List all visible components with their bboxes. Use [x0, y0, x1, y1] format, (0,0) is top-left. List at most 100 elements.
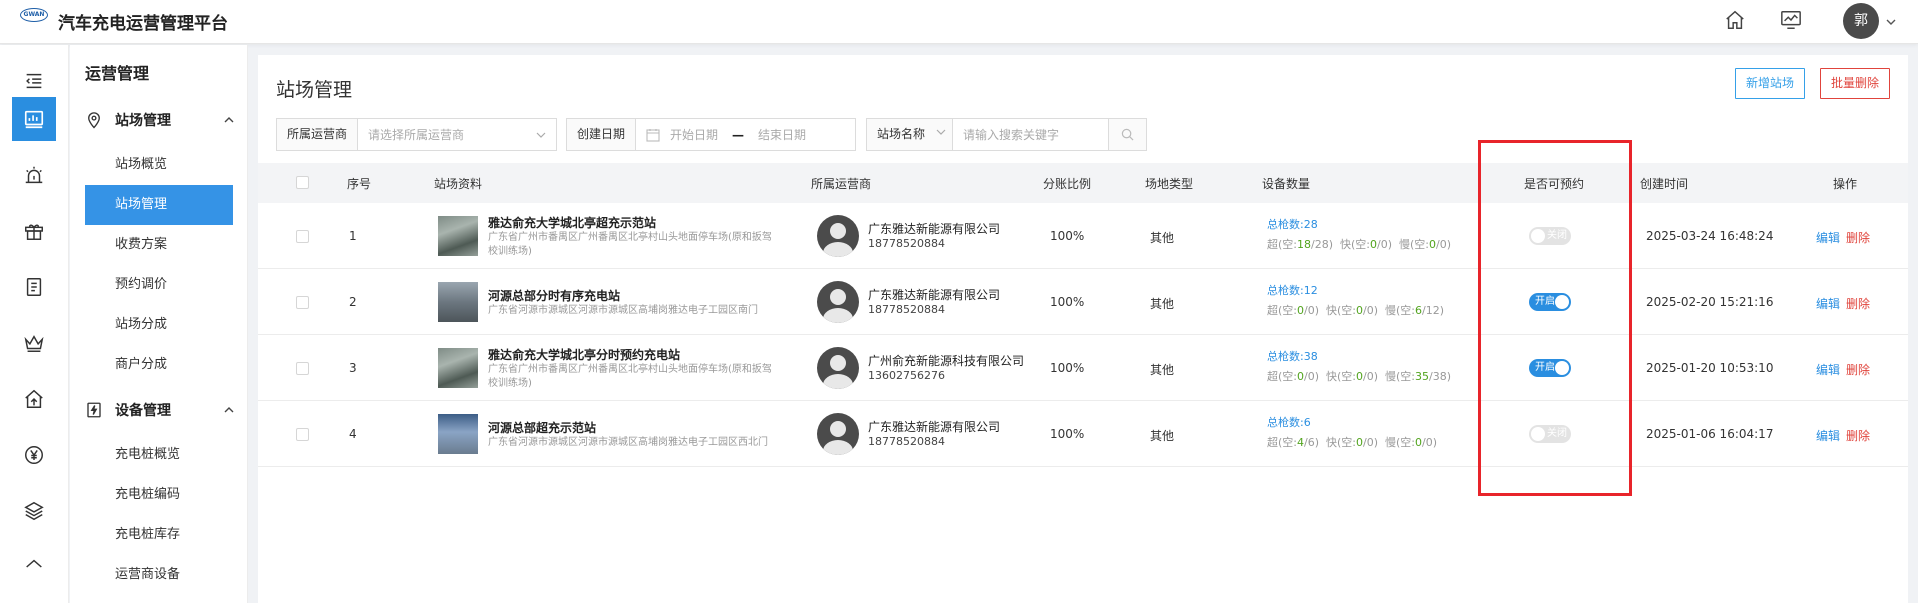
date-start-input[interactable]: 开始日期 — [660, 126, 718, 143]
fast-label: 快(空: — [1326, 436, 1356, 449]
search-icon[interactable] — [1108, 119, 1146, 150]
delete-link[interactable]: 删除 — [1846, 361, 1870, 378]
more-icon[interactable] — [12, 545, 56, 589]
date-end-input[interactable]: 结束日期 — [758, 126, 806, 143]
total-guns[interactable]: 总枪数:38 — [1267, 348, 1451, 364]
station-name-label: 站场名称 — [877, 127, 926, 141]
delete-link[interactable]: 删除 — [1846, 229, 1870, 246]
select-all-checkbox[interactable] — [296, 176, 309, 189]
header-station: 站场资料 — [434, 177, 483, 191]
device-count: 总枪数:6 超(空:4/6) 快(空:0/0) 慢(空:0/0) — [1267, 414, 1437, 450]
super-free: 18 — [1297, 238, 1311, 251]
submenu-title: 运营管理 — [85, 64, 150, 83]
submenu-item-operator-devices[interactable]: 运营商设备 — [85, 555, 233, 595]
monitor-chart-icon[interactable] — [1780, 9, 1804, 33]
submenu-item-merchant-split[interactable]: 商户分成 — [85, 345, 233, 385]
submenu-item-charger-code[interactable]: 充电桩编码 — [85, 475, 233, 515]
station-thumbnail[interactable] — [438, 216, 478, 256]
submenu-item-charger-stock[interactable]: 充电桩库存 — [85, 515, 233, 555]
house-up-icon[interactable] — [12, 377, 56, 421]
charging-icon — [85, 401, 103, 419]
search-input[interactable]: 请输入搜索关键字 — [953, 126, 1108, 143]
dashboard-icon[interactable] — [12, 97, 56, 141]
menu-group-station[interactable]: 站场管理 — [85, 107, 235, 133]
edit-link[interactable]: 编辑 — [1816, 361, 1840, 378]
user-avatar[interactable]: 郭 — [1843, 3, 1879, 39]
chevron-up-icon[interactable] — [223, 114, 235, 126]
edit-link[interactable]: 编辑 — [1816, 229, 1840, 246]
edit-link[interactable]: 编辑 — [1816, 295, 1840, 312]
date-range-picker[interactable]: 创建日期 开始日期 — 结束日期 — [566, 118, 856, 151]
delete-link[interactable]: 删除 — [1846, 427, 1870, 444]
top-header: GWAN 汽车充电运营管理平台 郭 — [0, 0, 1918, 44]
slow-total: /12) — [1422, 304, 1444, 317]
station-address-cont: 校训练场) — [488, 378, 532, 389]
gift-icon[interactable] — [12, 209, 56, 253]
alarm-icon[interactable] — [12, 153, 56, 197]
menu-group-device[interactable]: 设备管理 — [85, 397, 235, 423]
station-thumbnail[interactable] — [438, 282, 478, 322]
chevron-down-icon — [935, 119, 947, 150]
operator-phone: 18778520884 — [868, 303, 945, 316]
fast-total: /0) — [1363, 304, 1378, 317]
station-name[interactable]: 雅达俞充大学城北亭超充示范站 — [488, 214, 772, 231]
total-guns[interactable]: 总枪数:12 — [1267, 282, 1444, 298]
row-checkbox[interactable] — [296, 362, 309, 375]
table-row: 1 雅达俞充大学城北亭超充示范站 广东省广州市番禺区广州番禺区北亭村山头地面停车… — [258, 203, 1908, 269]
submenu-item-station-split[interactable]: 站场分成 — [85, 305, 233, 345]
row-index: 4 — [349, 427, 357, 441]
total-guns[interactable]: 总枪数:28 — [1267, 216, 1451, 232]
row-checkbox[interactable] — [296, 230, 309, 243]
row-checkbox[interactable] — [296, 296, 309, 309]
header-created: 创建时间 — [1640, 177, 1689, 191]
operator-phone: 18778520884 — [868, 435, 945, 448]
crown-icon[interactable] — [12, 321, 56, 365]
slow-label: 慢(空: — [1399, 238, 1429, 251]
submenu-item-reservation-pricing[interactable]: 预约调价 — [85, 265, 233, 305]
slow-total: /0) — [1422, 436, 1437, 449]
gun-breakdown: 超(空:0/0) 快(空:0/0) 慢(空:35/38) — [1267, 368, 1451, 384]
super-free: 4 — [1297, 436, 1304, 449]
submenu-item-charging-plan[interactable]: 收费方案 — [85, 225, 233, 265]
station-name-select[interactable]: 站场名称 — [867, 119, 953, 150]
operator-select-placeholder: 请选择所属运营商 — [368, 128, 465, 142]
site-type-value: 其他 — [1150, 231, 1175, 245]
edit-link[interactable]: 编辑 — [1816, 427, 1840, 444]
slow-total: /38) — [1429, 370, 1451, 383]
gun-breakdown: 超(空:18/28) 快(空:0/0) 慢(空:0/0) — [1267, 236, 1451, 252]
super-free: 0 — [1297, 370, 1304, 383]
gun-breakdown: 超(空:0/0) 快(空:0/0) 慢(空:6/12) — [1267, 302, 1444, 318]
station-name[interactable]: 河源总部超充示范站 — [488, 419, 768, 436]
station-name[interactable]: 河源总部分时有序充电站 — [488, 287, 758, 304]
submenu-item-station-overview[interactable]: 站场概览 — [85, 145, 233, 185]
chevron-up-icon[interactable] — [223, 404, 235, 416]
operator-info: 广东雅达新能源有限公司 18778520884 — [868, 418, 1000, 448]
home-icon[interactable] — [1724, 9, 1748, 33]
slow-label: 慢(空: — [1385, 370, 1415, 383]
menu-group-station-label: 站场管理 — [115, 113, 171, 129]
submenu-item-charger-overview[interactable]: 充电桩概览 — [85, 435, 233, 475]
total-guns[interactable]: 总枪数:6 — [1267, 414, 1437, 430]
layers-icon[interactable] — [12, 489, 56, 533]
batch-delete-button[interactable]: 批量删除 — [1820, 68, 1891, 99]
submenu-item-station-management[interactable]: 站场管理 — [85, 185, 233, 225]
station-address-cont: 校训练场) — [488, 246, 532, 257]
operator-phone: 13602756276 — [868, 369, 945, 382]
super-free: 0 — [1297, 304, 1304, 317]
station-search: 站场名称 请输入搜索关键字 — [866, 118, 1147, 151]
operator-info: 广东雅达新能源有限公司 18778520884 — [868, 286, 1000, 316]
delete-link[interactable]: 删除 — [1846, 295, 1870, 312]
row-checkbox[interactable] — [296, 428, 309, 441]
chevron-down-icon[interactable] — [1886, 16, 1896, 26]
operator-select[interactable]: 所属运营商 请选择所属运营商 — [276, 118, 557, 151]
station-info: 河源总部分时有序充电站 广东省河源市源城区河源市源城区高埔岗雅达电子工园区南门 — [488, 287, 758, 318]
yuan-icon[interactable] — [12, 433, 56, 477]
document-icon[interactable] — [12, 265, 56, 309]
station-thumbnail[interactable] — [438, 414, 478, 454]
operator-info: 广州俞充新能源科技有限公司 13602756276 — [868, 352, 1024, 382]
station-name[interactable]: 雅达俞充大学城北亭分时预约充电站 — [488, 346, 772, 363]
add-station-button[interactable]: 新增站场 — [1735, 68, 1806, 99]
station-thumbnail[interactable] — [438, 348, 478, 388]
station-info: 河源总部超充示范站 广东省河源市源城区河源市源城区高埔岗雅达电子工园区西北门 — [488, 419, 768, 450]
slow-total: /0) — [1436, 238, 1451, 251]
